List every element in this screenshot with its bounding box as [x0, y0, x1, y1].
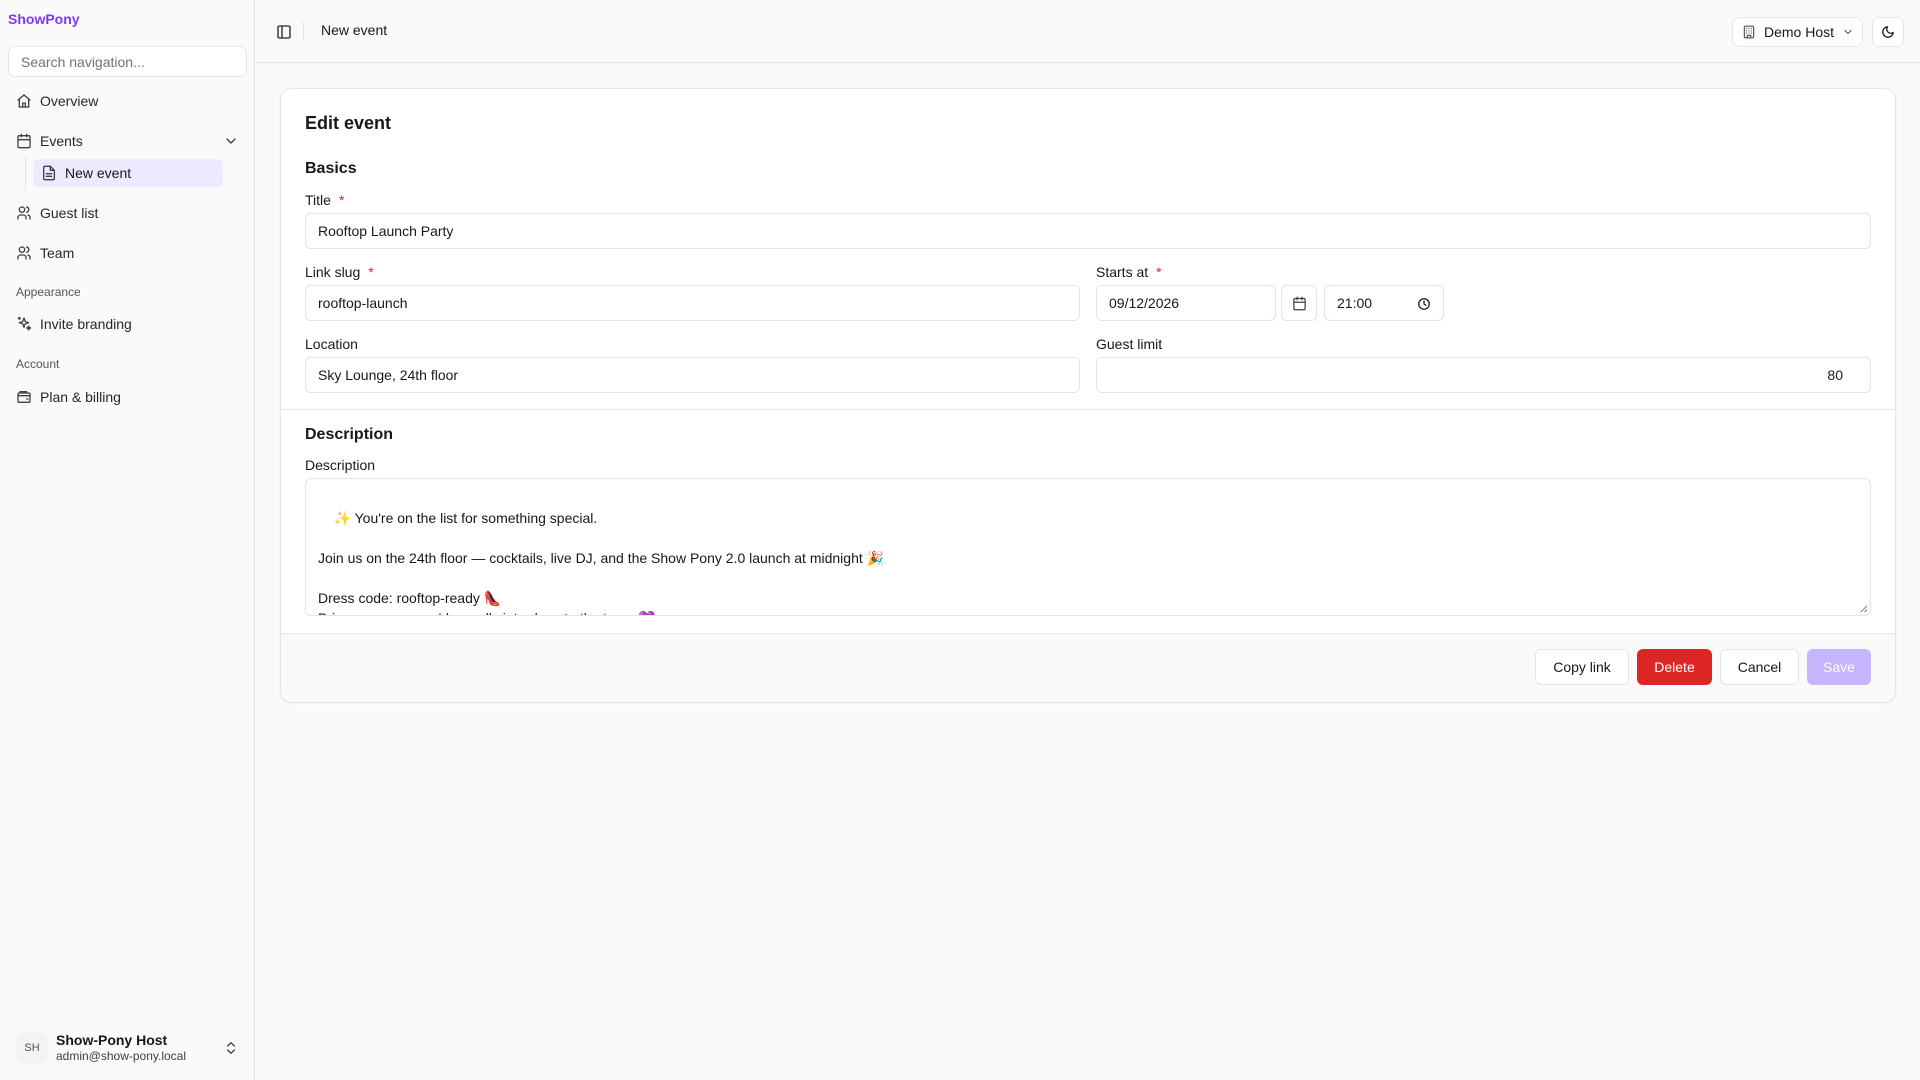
clock-icon[interactable] [1417, 297, 1431, 311]
section-divider [281, 409, 1895, 410]
user-menu[interactable]: SH Show-Pony Host admin@show-pony.local [8, 1028, 247, 1068]
group-label-account: Account [16, 357, 60, 371]
chevrons-up-down-icon [227, 1042, 235, 1054]
users-icon [17, 206, 31, 220]
header-divider [303, 22, 304, 40]
required-marker: * [1156, 264, 1162, 280]
calendar-icon [17, 133, 31, 149]
calendar-icon [1292, 296, 1306, 310]
start-time-value: 21:00 [1337, 295, 1373, 311]
starts-at-label-text: Starts at [1096, 264, 1149, 280]
panel-left-icon [277, 25, 291, 39]
submenu-line [25, 156, 26, 190]
date-picker-button[interactable] [1281, 285, 1317, 321]
sidebar-item-events[interactable]: Events [8, 125, 247, 157]
moon-icon [1882, 26, 1894, 38]
sidebar-item-overview[interactable]: Overview [8, 85, 247, 117]
section-title-description: Description [305, 426, 394, 443]
title-label-text: Title [305, 192, 331, 208]
description-text: ✨ You're on the list for something speci… [318, 510, 885, 615]
guest-limit-label: Guest limit [1096, 336, 1163, 352]
sidebar-item-label: Guest list [40, 205, 99, 221]
breadcrumb: New event [321, 22, 388, 38]
brand-logo[interactable]: ShowPony [8, 11, 80, 27]
title-input[interactable] [305, 213, 1871, 249]
organization-switcher[interactable]: Demo Host [1732, 17, 1863, 47]
group-label-appearance: Appearance [16, 285, 81, 299]
sidebar-subitem-new-event[interactable]: New event [33, 159, 223, 187]
chevron-down-icon[interactable] [223, 133, 239, 149]
theme-toggle-button[interactable] [1872, 17, 1904, 47]
resize-handle-icon[interactable] [1859, 604, 1868, 613]
location-input[interactable] [305, 357, 1080, 393]
sidebar-item-guest-list[interactable]: Guest list [8, 197, 247, 229]
sidebar: ShowPony Overview Events New event Guest… [0, 0, 255, 1080]
edit-event-card: Edit event Basics Title * Link slug * Star… [280, 88, 1896, 703]
sidebar-item-label: Plan & billing [40, 389, 121, 405]
user-name: Show-Pony Host [56, 1032, 168, 1048]
sidebar-item-team[interactable]: Team [8, 237, 247, 269]
link-slug-input[interactable] [305, 285, 1080, 321]
section-title-basics: Basics [305, 160, 357, 177]
title-label: Title * [305, 192, 344, 208]
start-date-input[interactable] [1096, 285, 1276, 321]
starts-at-label: Starts at * [1096, 264, 1162, 280]
page-title: Edit event [305, 113, 392, 133]
save-button[interactable]: Save [1807, 649, 1871, 685]
required-marker: * [368, 264, 374, 280]
home-icon [17, 94, 31, 108]
required-marker: * [338, 192, 345, 208]
organization-name: Demo Host [1764, 24, 1835, 40]
sparkles-icon [17, 316, 32, 331]
slug-label: Link slug * [305, 264, 374, 280]
building-icon [1743, 25, 1755, 39]
copy-link-button[interactable]: Copy link [1535, 649, 1629, 685]
sidebar-toggle-button[interactable] [272, 20, 296, 44]
top-bar: New event Demo Host [256, 0, 1920, 63]
start-time-input[interactable]: 21:00 [1324, 285, 1444, 321]
sidebar-subitem-label: New event [65, 165, 132, 181]
chevron-down-icon [1844, 30, 1852, 34]
sidebar-item-plan-billing[interactable]: Plan & billing [8, 381, 247, 413]
file-icon [43, 165, 55, 181]
description-textarea[interactable]: ✨ You're on the list for something speci… [305, 478, 1871, 616]
guest-limit-input[interactable] [1096, 357, 1871, 393]
location-label: Location [305, 336, 358, 352]
description-label: Description [305, 457, 376, 473]
sidebar-item-invite-branding[interactable]: Invite branding [8, 308, 247, 340]
sidebar-item-label: Invite branding [40, 316, 132, 332]
sidebar-item-label: Overview [40, 93, 99, 109]
sidebar-item-label: Events [40, 133, 83, 149]
users-icon [17, 246, 31, 260]
slug-label-text: Link slug [305, 264, 361, 280]
sidebar-item-label: Team [40, 245, 75, 261]
avatar: SH [16, 1032, 48, 1064]
cancel-button[interactable]: Cancel [1720, 649, 1799, 685]
wallet-icon [17, 391, 31, 403]
user-email: admin@show-pony.local [56, 1049, 187, 1063]
delete-button[interactable]: Delete [1637, 649, 1712, 685]
search-navigation-input[interactable] [8, 46, 247, 77]
